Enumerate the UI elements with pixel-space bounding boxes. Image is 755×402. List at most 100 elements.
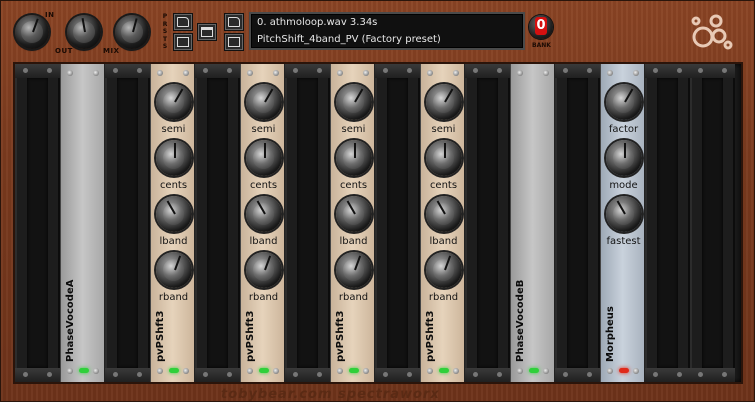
rail-hole xyxy=(23,372,28,377)
display-preset-line[interactable]: PitchShift_4band_PV (Factory preset) xyxy=(257,34,441,45)
semi-knob[interactable] xyxy=(335,84,372,120)
rail-hole xyxy=(677,68,682,73)
slot-well xyxy=(27,78,48,368)
rband-knob[interactable] xyxy=(245,252,282,288)
empty-slot[interactable] xyxy=(555,64,600,382)
semi-knob[interactable] xyxy=(245,84,282,120)
module-name: pvPShft3 xyxy=(335,310,346,362)
empty-slot[interactable] xyxy=(375,64,420,382)
empty-slot[interactable] xyxy=(15,64,60,382)
screw-icon xyxy=(157,70,163,76)
rail-hole xyxy=(317,372,322,377)
factor-knob[interactable] xyxy=(605,84,642,120)
lband-knob[interactable] xyxy=(155,196,192,232)
screw-icon xyxy=(247,368,253,374)
empty-slot[interactable] xyxy=(285,64,330,382)
open-folder-icon xyxy=(228,17,240,27)
module-panel[interactable]: semi cents lband rband pvPShft3 xyxy=(420,64,465,382)
module-panel[interactable]: PhaseVocodeA xyxy=(60,64,105,382)
empty-slot[interactable] xyxy=(690,64,735,382)
module-panel[interactable]: semi cents lband rband pvPShft3 xyxy=(330,64,375,382)
output-gain-knob[interactable] xyxy=(67,15,101,49)
rail-hole xyxy=(203,372,208,377)
status-led xyxy=(78,368,89,373)
rail-hole xyxy=(407,372,412,377)
rail-hole xyxy=(563,68,568,73)
screw-icon xyxy=(633,368,639,374)
semi-label: semi xyxy=(251,124,276,135)
save-preset-button[interactable] xyxy=(173,33,193,51)
input-label: IN xyxy=(45,11,55,19)
mode-knob[interactable] xyxy=(605,140,642,176)
mix-knob[interactable] xyxy=(115,15,149,49)
knob-pointer xyxy=(623,142,626,158)
module-panel[interactable]: semi cents lband rband pvPShft3 xyxy=(240,64,285,382)
slot-rail xyxy=(15,64,60,78)
module-rack: PhaseVocodeA semi cents lband rband pvPShft3 s… xyxy=(15,64,741,382)
screw-icon xyxy=(93,368,99,374)
load-preset-button[interactable] xyxy=(173,13,193,31)
editor-window-button[interactable] xyxy=(197,23,217,41)
cents-label: cents xyxy=(339,180,368,191)
rband-knob[interactable] xyxy=(425,252,462,288)
rail-hole xyxy=(317,68,322,73)
slot-well xyxy=(207,78,228,368)
rail-hole xyxy=(227,68,232,73)
rail-hole xyxy=(47,372,52,377)
knob-pointer xyxy=(443,88,453,103)
rail-hole xyxy=(203,68,208,73)
screw-icon xyxy=(427,368,433,374)
module-panel[interactable]: factor mode fastest Morpheus xyxy=(600,64,645,382)
module-name: pvPShft3 xyxy=(425,310,436,362)
screw-icon xyxy=(607,368,613,374)
slot-rail xyxy=(555,368,600,382)
module-name: PhaseVocodeA xyxy=(65,279,76,362)
screw-icon xyxy=(453,368,459,374)
module-name: PhaseVocodeB xyxy=(515,279,526,362)
cents-knob[interactable] xyxy=(425,140,462,176)
cents-label: cents xyxy=(159,180,188,191)
window-icon xyxy=(201,27,213,37)
cents-knob[interactable] xyxy=(245,140,282,176)
lband-knob[interactable] xyxy=(335,196,372,232)
screw-icon xyxy=(363,368,369,374)
empty-slot[interactable] xyxy=(465,64,510,382)
rail-hole xyxy=(722,372,727,377)
module-panel[interactable]: PhaseVocodeB xyxy=(510,64,555,382)
cents-label: cents xyxy=(429,180,458,191)
semi-knob[interactable] xyxy=(425,84,462,120)
fastest-knob[interactable] xyxy=(605,196,642,232)
lband-label: lband xyxy=(429,236,458,247)
slot-rail xyxy=(375,64,420,78)
empty-slot[interactable] xyxy=(105,64,150,382)
knob-pointer xyxy=(263,255,271,271)
knob-pointer xyxy=(263,88,273,103)
open-file-button[interactable] xyxy=(224,13,244,31)
status-led xyxy=(348,368,359,373)
screw-icon xyxy=(337,70,343,76)
rband-knob[interactable] xyxy=(335,252,372,288)
rail-hole xyxy=(722,68,727,73)
lband-knob[interactable] xyxy=(245,196,282,232)
export-button[interactable] xyxy=(224,33,244,51)
cents-knob[interactable] xyxy=(155,140,192,176)
slot-rail xyxy=(645,368,690,382)
rband-knob[interactable] xyxy=(155,252,192,288)
cents-knob[interactable] xyxy=(335,140,372,176)
knob-pointer xyxy=(353,88,363,103)
lband-knob[interactable] xyxy=(425,196,462,232)
empty-slot[interactable] xyxy=(195,64,240,382)
rail-hole xyxy=(137,68,142,73)
rail-hole xyxy=(137,372,142,377)
rail-hole xyxy=(293,372,298,377)
slot-well xyxy=(387,78,408,368)
screw-icon xyxy=(247,70,253,76)
module-panel[interactable]: semi cents lband rband pvPShft3 xyxy=(150,64,195,382)
empty-slot[interactable] xyxy=(645,64,690,382)
semi-knob[interactable] xyxy=(155,84,192,120)
module-name: pvPShft3 xyxy=(245,310,256,362)
screw-icon xyxy=(543,368,549,374)
input-gain-knob[interactable] xyxy=(15,15,49,49)
rail-hole xyxy=(698,372,703,377)
screw-icon xyxy=(517,368,523,374)
